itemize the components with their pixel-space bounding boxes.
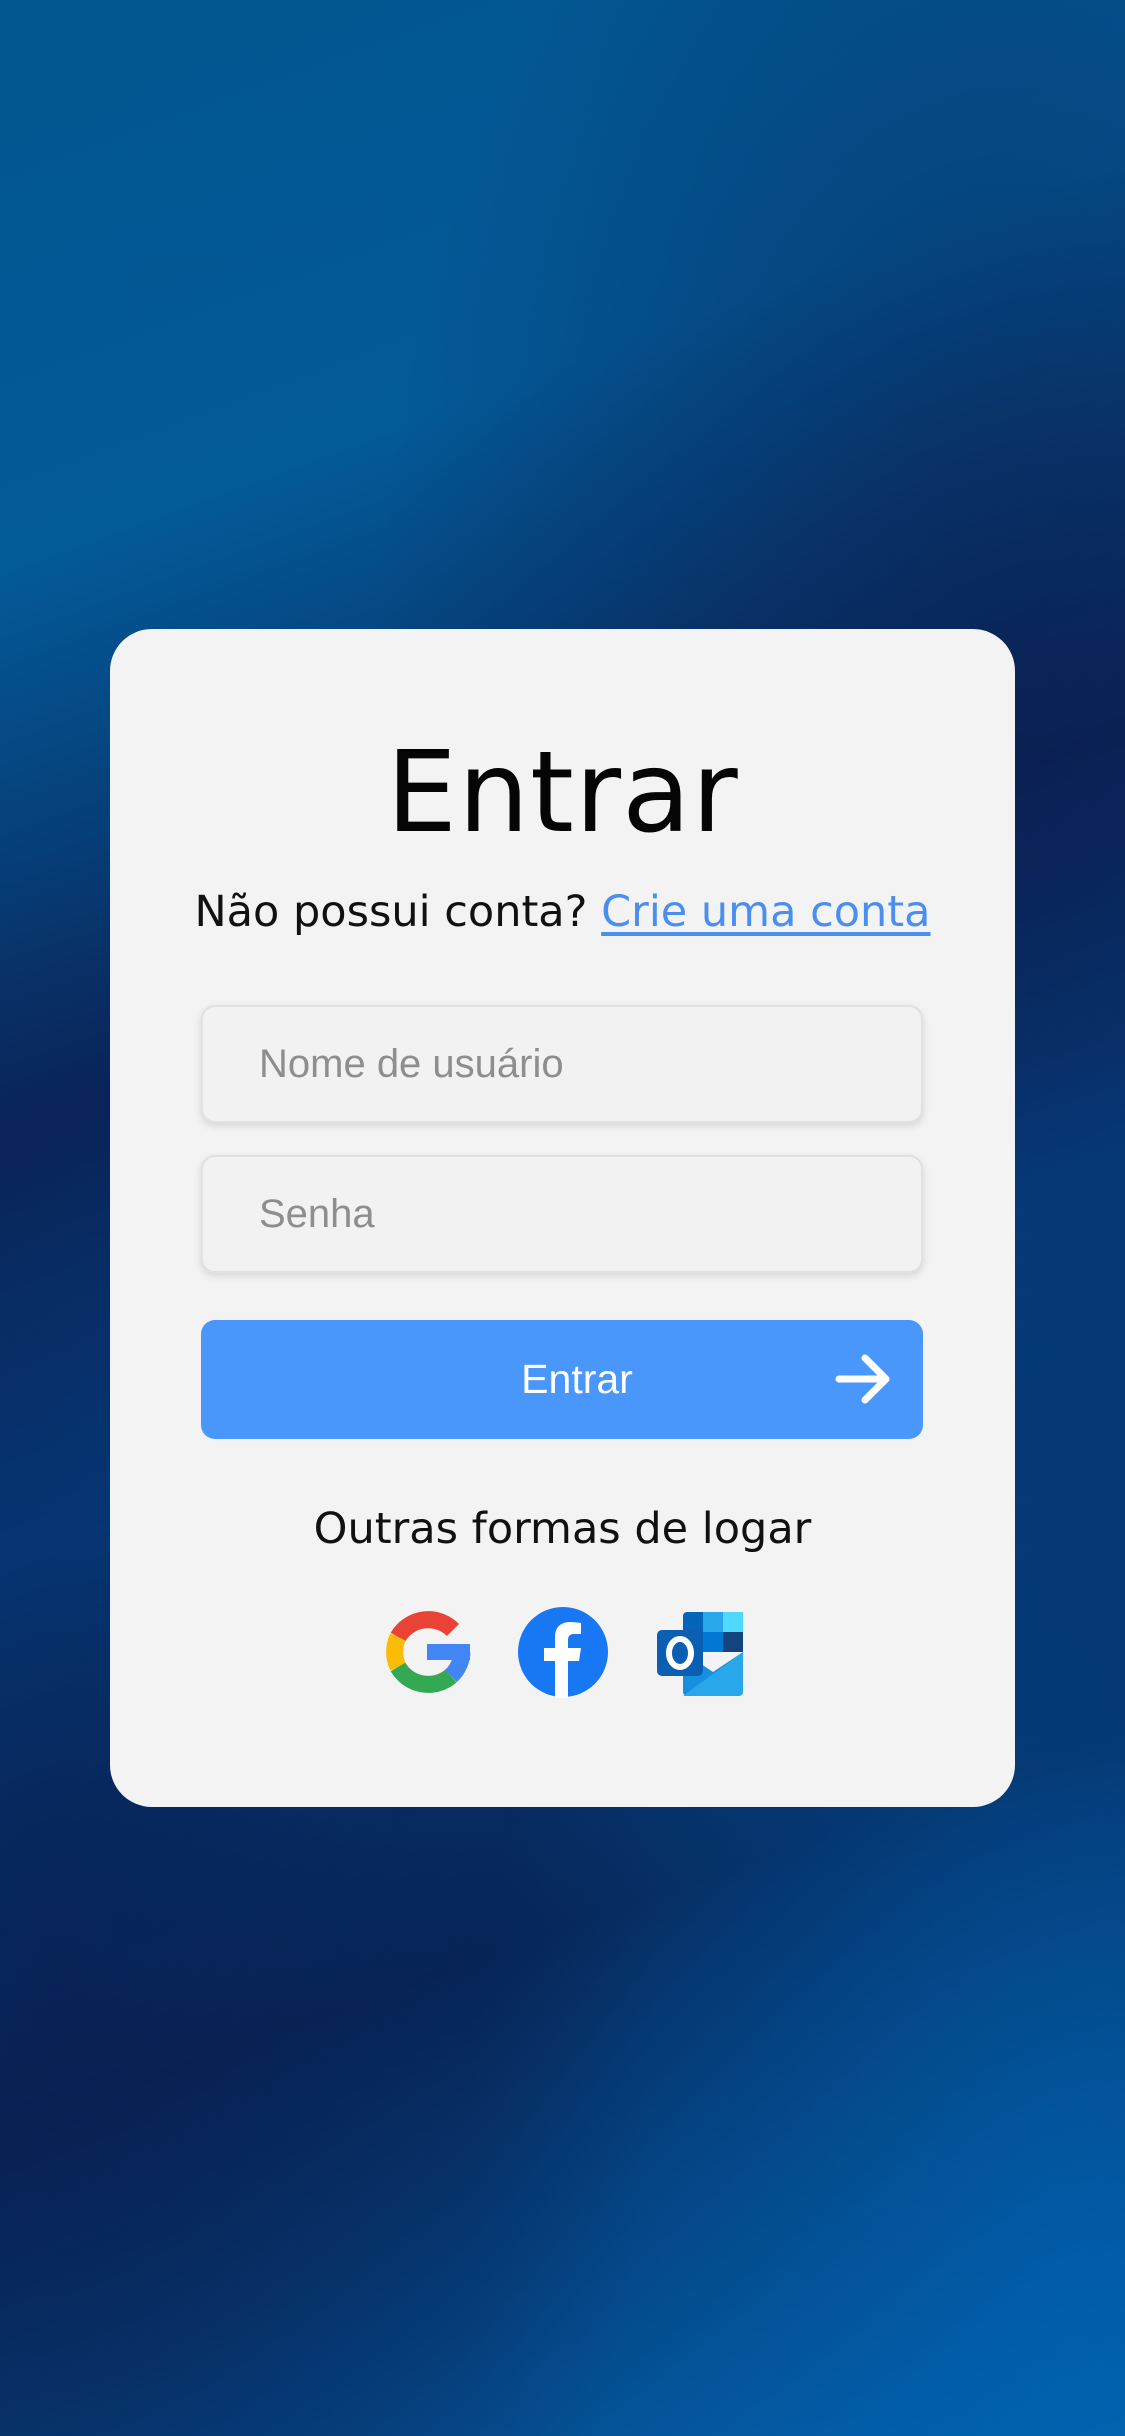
create-account-link[interactable]: Crie uma conta: [601, 887, 930, 937]
facebook-login-button[interactable]: [517, 1606, 609, 1698]
username-input[interactable]: [203, 1007, 921, 1121]
outlook-login-button[interactable]: [653, 1606, 745, 1698]
signup-prompt: Não possui conta? Crie uma conta: [110, 887, 1015, 937]
login-button[interactable]: Entrar: [201, 1320, 923, 1439]
facebook-icon: [517, 1607, 608, 1698]
page-title: Entrar: [386, 728, 739, 858]
outlook-icon: [656, 1612, 743, 1696]
login-card: Entrar Não possui conta? Crie uma conta …: [110, 629, 1015, 1807]
other-login-methods-label: Outras formas de logar: [313, 1504, 812, 1554]
arrow-right-icon: [835, 1354, 890, 1404]
login-button-label: Entrar: [521, 1356, 633, 1402]
password-field[interactable]: [201, 1155, 923, 1273]
social-login-list: [110, 1606, 1015, 1698]
google-login-button[interactable]: [381, 1606, 473, 1698]
password-input[interactable]: [203, 1157, 921, 1271]
no-account-text: Não possui conta?: [194, 887, 588, 937]
google-icon: [385, 1611, 470, 1693]
username-field[interactable]: [201, 1005, 923, 1123]
